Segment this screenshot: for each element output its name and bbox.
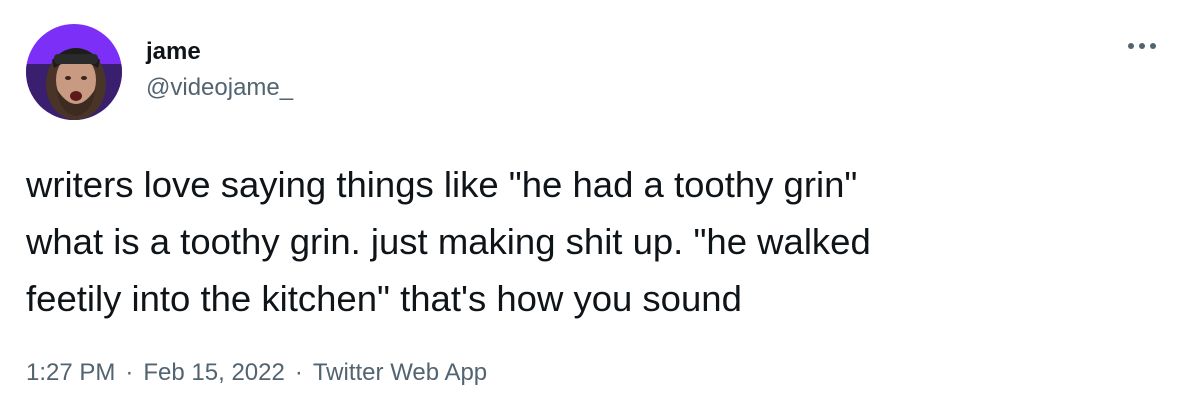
avatar[interactable] xyxy=(26,24,122,120)
author-names: jame @videojame_ xyxy=(146,38,293,102)
more-horizontal-icon xyxy=(1128,43,1156,49)
more-options-button[interactable] xyxy=(1124,34,1160,58)
tweet-header: jame @videojame_ xyxy=(26,24,293,120)
tweet-source-link[interactable]: Twitter Web App xyxy=(313,356,487,390)
profile-photo-icon xyxy=(26,24,122,120)
author-display-name[interactable]: jame xyxy=(146,38,293,66)
tweet-metadata: 1:27 PM · Feb 15, 2022 · Twitter Web App xyxy=(26,356,487,390)
author-handle[interactable]: @videojame_ xyxy=(146,74,293,102)
tweet-text: writers love saying things like "he had … xyxy=(26,164,871,319)
meta-separator: · xyxy=(294,359,303,386)
tweet-card: jame @videojame_ writers love saying thi… xyxy=(0,0,1186,420)
tweet-time-link[interactable]: 1:27 PM xyxy=(26,356,115,390)
tweet-date-link[interactable]: Feb 15, 2022 xyxy=(143,356,284,390)
meta-separator: · xyxy=(125,359,134,386)
